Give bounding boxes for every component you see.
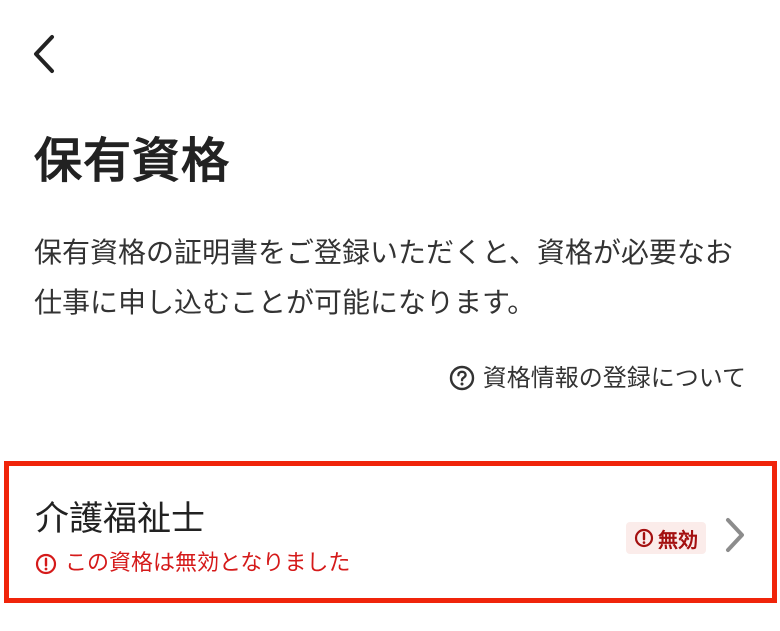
- license-item[interactable]: 介護福祉士 この資格は無効となりました 無効: [4, 461, 777, 603]
- license-item-chevron: [724, 517, 746, 553]
- license-help-link[interactable]: 資格情報の登録について: [449, 358, 746, 398]
- license-page: 保有資格 保有資格の証明書をご登録いただくと、資格が必要なお仕事に申し込むことが…: [0, 0, 780, 631]
- status-badge: 無効: [626, 522, 706, 554]
- license-name: 介護福祉士: [35, 499, 205, 539]
- license-invalid-message-text: この資格は無効となりました: [65, 551, 351, 576]
- status-badge-label: 無効: [658, 527, 698, 552]
- license-invalid-message: この資格は無効となりました: [35, 548, 350, 580]
- exclamation-circle-icon: [634, 528, 654, 548]
- chevron-left-icon: [34, 35, 54, 73]
- back-button[interactable]: [20, 28, 68, 80]
- license-help-link-label: 資格情報の登録について: [482, 364, 746, 392]
- exclamation-circle-icon: [35, 553, 57, 575]
- page-title: 保有資格: [34, 133, 231, 189]
- chevron-right-icon: [726, 518, 744, 552]
- page-description: 保有資格の証明書をご登録いただくと、資格が必要なお仕事に申し込むことが可能になり…: [34, 236, 733, 319]
- question-circle-icon: [449, 365, 474, 391]
